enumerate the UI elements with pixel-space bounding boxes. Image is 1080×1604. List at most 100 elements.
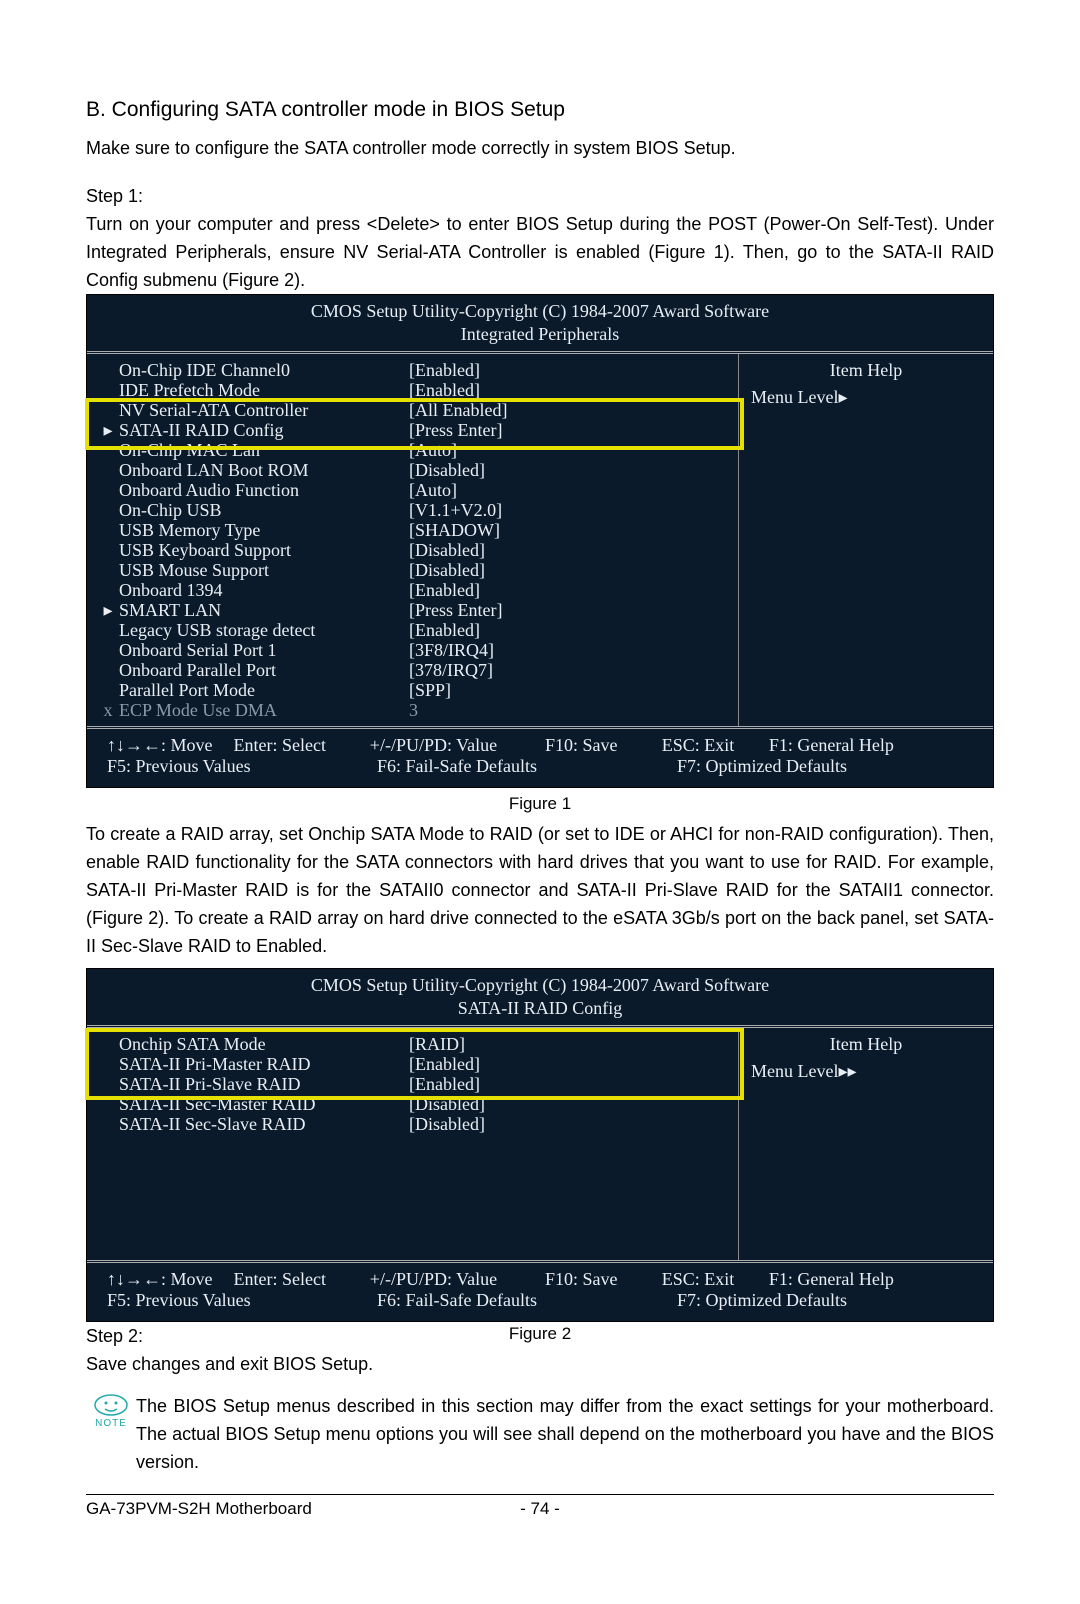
option-value: [Enabled] [409,580,728,601]
key-failsafe: F6: Fail-Safe Defaults [377,1290,677,1311]
bios-option-row: SATA-II Pri-Slave RAID[Enabled] [97,1074,728,1094]
bios-option-row: Onchip SATA Mode[RAID] [97,1034,728,1054]
key-save: F10: Save [545,1269,662,1290]
bios-option-row: On-Chip MAC Lan[Auto] [97,440,728,460]
option-value: [378/IRQ7] [409,660,728,681]
figure-1-caption: Figure 1 [86,794,994,814]
bios-options-list-1: On-Chip IDE Channel0[Enabled]IDE Prefetc… [87,354,738,726]
bios-options-list-2: Onchip SATA Mode[RAID]SATA-II Pri-Master… [87,1028,738,1260]
intro-paragraph: Make sure to configure the SATA controll… [86,134,994,162]
menu-level-2: Menu Level▸▸ [751,1061,981,1082]
bios-option-row: Onboard Serial Port 1[3F8/IRQ4] [97,640,728,660]
section-heading: B. Configuring SATA controller mode in B… [86,98,994,122]
key-move: ↑↓→←: Move [107,735,234,756]
option-label: Onchip SATA Mode [119,1034,409,1055]
option-value: [Disabled] [409,560,728,581]
key-help: F1: General Help [769,735,983,756]
document-page: B. Configuring SATA controller mode in B… [0,0,1080,1579]
option-value: [Enabled] [409,620,728,641]
option-value: [Enabled] [409,1074,728,1095]
item-help-title: Item Help [751,360,981,381]
bios-option-row: Onboard Audio Function[Auto] [97,480,728,500]
bios-header: CMOS Setup Utility-Copyright (C) 1984-20… [87,295,993,324]
menu-level: Menu Level▸ [751,387,981,408]
figure-2-caption: Figure 2 [389,1324,692,1344]
key-failsafe: F6: Fail-Safe Defaults [377,756,677,777]
option-label: Onboard LAN Boot ROM [119,460,409,481]
option-value: [Disabled] [409,1094,728,1115]
bios-option-row: Onboard LAN Boot ROM[Disabled] [97,460,728,480]
option-value: [Auto] [409,480,728,501]
option-label: SATA-II RAID Config [119,420,409,441]
option-value: [Disabled] [409,1114,728,1135]
step2-text: Save changes and exit BIOS Setup. [86,1350,994,1378]
note-label: NOTE [95,1418,127,1429]
option-value: 3 [409,700,728,721]
option-label: USB Keyboard Support [119,540,409,561]
bios-option-row: Parallel Port Mode[SPP] [97,680,728,700]
step1-label: Step 1: [86,182,994,210]
bios-option-row: On-Chip USB[V1.1+V2.0] [97,500,728,520]
bios-option-row: USB Keyboard Support[Disabled] [97,540,728,560]
option-label: NV Serial-ATA Controller [119,400,409,421]
row-marker-icon: x [97,700,119,721]
option-value: [RAID] [409,1034,728,1055]
option-label: SATA-II Pri-Master RAID [119,1054,409,1075]
bios-option-row: Onboard 1394[Enabled] [97,580,728,600]
bios-subtitle-2: SATA-II RAID Config [87,998,993,1025]
key-save: F10: Save [545,735,662,756]
option-label: On-Chip MAC Lan [119,440,409,461]
option-value: [Press Enter] [409,420,728,441]
option-value: [Enabled] [409,380,728,401]
key-optimized: F7: Optimized Defaults [677,756,897,777]
option-label: Onboard Audio Function [119,480,409,501]
option-value: [Press Enter] [409,600,728,621]
bios-option-row: xECP Mode Use DMA3 [97,700,728,720]
option-label: USB Mouse Support [119,560,409,581]
item-help-title-2: Item Help [751,1034,981,1055]
footer-page-number: - 74 - [480,1499,600,1519]
option-value: [Enabled] [409,360,728,381]
option-label: On-Chip USB [119,500,409,521]
bios-footer-keys-1: ↑↓→←: Move Enter: Select +/-/PU/PD: Valu… [87,729,993,787]
bios-footer-keys-2: ↑↓→←: Move Enter: Select +/-/PU/PD: Valu… [87,1263,993,1321]
key-move: ↑↓→←: Move [107,1269,234,1290]
key-optimized: F7: Optimized Defaults [677,1290,897,1311]
step1-paragraph: Turn on your computer and press <Delete>… [86,210,994,294]
bios-figure-1: CMOS Setup Utility-Copyright (C) 1984-20… [86,294,994,788]
key-prev: F5: Previous Values [107,1290,377,1311]
key-help: F1: General Help [769,1269,983,1290]
option-label: USB Memory Type [119,520,409,541]
key-value: +/-/PU/PD: Value [370,735,545,756]
option-value: [All Enabled] [409,400,728,421]
option-value: [Enabled] [409,1054,728,1075]
bios-option-row: USB Mouse Support[Disabled] [97,560,728,580]
key-enter: Enter: Select [234,1269,370,1290]
option-label: Legacy USB storage detect [119,620,409,641]
note-box: NOTE The BIOS Setup menus described in t… [86,1392,994,1476]
option-label: SATA-II Sec-Slave RAID [119,1114,409,1135]
step2-label: Step 2: [86,1322,389,1350]
option-label: Parallel Port Mode [119,680,409,701]
page-footer: GA-73PVM-S2H Motherboard - 74 - [86,1494,994,1519]
row-marker-icon: ▸ [97,420,119,441]
key-value: +/-/PU/PD: Value [370,1269,545,1290]
row-marker-icon: ▸ [97,600,119,621]
key-exit: ESC: Exit [662,1269,769,1290]
option-label: Onboard Parallel Port [119,660,409,681]
option-value: [Disabled] [409,540,728,561]
bios-figure-2: CMOS Setup Utility-Copyright (C) 1984-20… [86,968,994,1322]
option-value: [SPP] [409,680,728,701]
footer-model: GA-73PVM-S2H Motherboard [86,1499,480,1519]
bios-help-panel-2: Item Help Menu Level▸▸ [738,1028,993,1260]
mid-paragraph: To create a RAID array, set Onchip SATA … [86,820,994,960]
bios-option-row: Onboard Parallel Port[378/IRQ7] [97,660,728,680]
note-icon: NOTE [86,1392,136,1476]
bios-option-row: On-Chip IDE Channel0[Enabled] [97,360,728,380]
note-text: The BIOS Setup menus described in this s… [136,1392,994,1476]
bios-option-row: NV Serial-ATA Controller[All Enabled] [97,400,728,420]
option-label: Onboard 1394 [119,580,409,601]
option-value: [Auto] [409,440,728,461]
bios-subtitle-1: Integrated Peripherals [87,324,993,351]
option-label: SMART LAN [119,600,409,621]
